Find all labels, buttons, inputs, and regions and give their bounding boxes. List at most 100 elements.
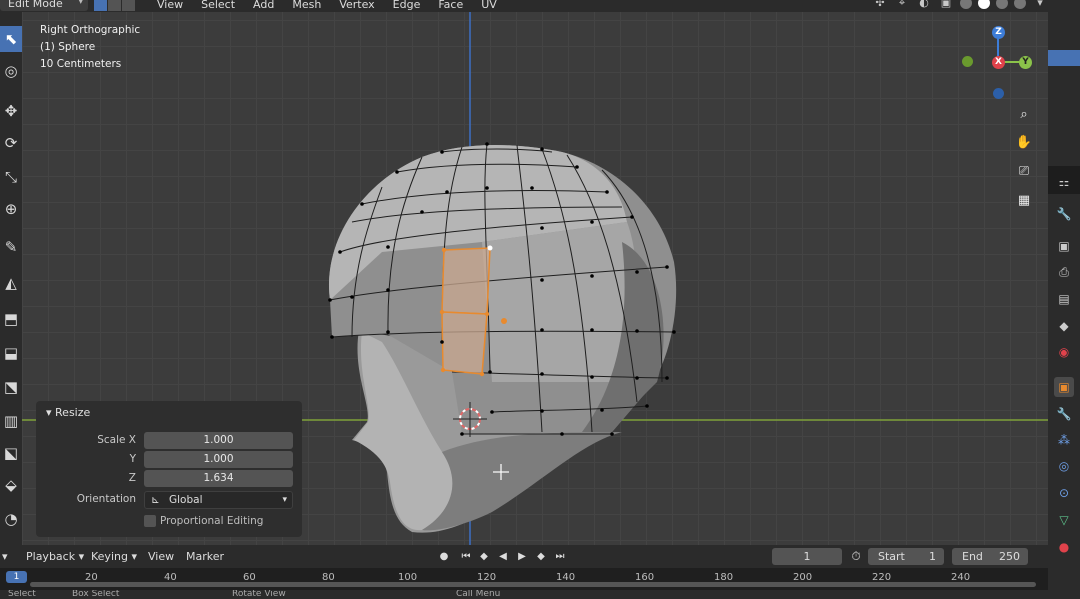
- status-call-menu: Call Menu: [456, 590, 501, 599]
- modifier-properties-icon[interactable]: 🔧: [1054, 404, 1074, 424]
- gizmo-z-axis[interactable]: Z: [992, 26, 1005, 39]
- extrude-tool-icon[interactable]: ⬒: [0, 306, 22, 332]
- editor-type-chevron-icon[interactable]: ▾: [2, 550, 8, 563]
- object-data-icon[interactable]: ▽: [1054, 510, 1074, 530]
- gizmo-x-axis[interactable]: X: [992, 56, 1005, 69]
- xray-icon[interactable]: ▣: [938, 0, 954, 10]
- status-select: Select: [8, 590, 36, 599]
- viewport-header: Edit Mode ▾ View Select Add Mesh Vertex …: [0, 0, 1048, 12]
- vertex-select-button[interactable]: [94, 0, 108, 11]
- material-properties-icon[interactable]: ●: [1054, 537, 1074, 557]
- edge-select-button[interactable]: [108, 0, 122, 11]
- next-keyframe-icon[interactable]: ◆: [533, 548, 549, 565]
- view-name: Right Orthographic: [40, 24, 141, 36]
- scale-y-field[interactable]: 1.000: [144, 451, 293, 468]
- scale-z-field[interactable]: 1.634: [144, 470, 293, 487]
- scene-properties-icon[interactable]: ◆: [1054, 316, 1074, 336]
- menu-select[interactable]: Select: [192, 0, 244, 11]
- end-frame-field[interactable]: End 250: [952, 548, 1028, 565]
- particles-icon[interactable]: ⁂: [1054, 430, 1074, 450]
- menu-playback[interactable]: Playback ▾: [26, 550, 84, 563]
- rendered-shading-button[interactable]: [1014, 0, 1026, 9]
- menu-timeline-view[interactable]: View: [148, 550, 174, 563]
- start-frame-field[interactable]: Start 1: [868, 548, 944, 565]
- timeline-scrollbar[interactable]: [30, 582, 1036, 587]
- prev-keyframe-icon[interactable]: ◆: [476, 548, 492, 565]
- loop-cut-tool-icon[interactable]: ▥: [0, 408, 22, 434]
- menu-face[interactable]: Face: [429, 0, 472, 11]
- menu-uv[interactable]: UV: [472, 0, 506, 11]
- zoom-icon[interactable]: ⌕: [1013, 104, 1035, 126]
- jump-end-icon[interactable]: ⏭: [552, 548, 568, 565]
- transform-pivot-icon[interactable]: ✣: [872, 0, 888, 10]
- menu-keying[interactable]: Keying ▾: [91, 550, 137, 563]
- overlay-icon[interactable]: ◐: [916, 0, 932, 10]
- tool-properties-icon[interactable]: 🔧: [1054, 204, 1074, 224]
- menu-view[interactable]: View: [148, 0, 192, 11]
- record-button-icon[interactable]: ●: [436, 548, 452, 565]
- mode-label: Edit Mode: [8, 0, 63, 10]
- jump-start-icon[interactable]: ⏮: [458, 548, 474, 565]
- scale-y-label: Y: [129, 453, 136, 465]
- gizmo-y-axis[interactable]: Y: [1019, 56, 1032, 69]
- world-properties-icon[interactable]: ◉: [1054, 342, 1074, 362]
- solid-shading-button[interactable]: [978, 0, 990, 9]
- scale-x-field[interactable]: 1.000: [144, 432, 293, 449]
- editor-type-icon[interactable]: ⚏: [1054, 172, 1074, 192]
- cursor-tool-icon[interactable]: ◎: [0, 58, 22, 84]
- snap-icon[interactable]: ⌖: [894, 0, 910, 10]
- active-vertex[interactable]: [487, 245, 493, 251]
- proportional-editing-checkbox[interactable]: Proportional Editing: [144, 515, 263, 527]
- transform-tool-icon[interactable]: ⊕: [0, 196, 22, 222]
- view-layer-icon[interactable]: ▤: [1054, 289, 1074, 309]
- annotate-tool-icon[interactable]: ✎: [0, 234, 22, 260]
- object-properties-icon[interactable]: ▣: [1054, 377, 1074, 397]
- gizmo-neg-z-axis[interactable]: [993, 88, 1004, 99]
- resize-panel-header[interactable]: ▾ Resize: [46, 406, 90, 419]
- gizmo-neg-y-axis[interactable]: [962, 56, 973, 67]
- ortho-grid-icon[interactable]: ▦: [1013, 190, 1035, 212]
- select-box-tool[interactable]: ⬉: [0, 26, 22, 52]
- tool-shelf: ⬉ ◎ ✥ ⟳ ⤡ ⊕ ✎ ◭ ⬒ ⬓ ⬔ ▥ ⬕ ⬙ ◔: [0, 12, 22, 545]
- scale-tool-icon[interactable]: ⤡: [0, 164, 22, 190]
- constraints-icon[interactable]: ⊙: [1054, 483, 1074, 503]
- playhead-marker[interactable]: 1: [6, 571, 27, 583]
- orientation-label: Orientation: [76, 493, 136, 505]
- selection-median-point: [501, 318, 507, 324]
- menu-edge[interactable]: Edge: [384, 0, 430, 11]
- physics-icon[interactable]: ◎: [1054, 456, 1074, 476]
- menu-mesh[interactable]: Mesh: [283, 0, 330, 11]
- grid-scale: 10 Centimeters: [40, 58, 122, 70]
- stopwatch-icon[interactable]: ⏱: [848, 548, 864, 565]
- menu-vertex[interactable]: Vertex: [330, 0, 383, 11]
- mode-selector[interactable]: Edit Mode ▾: [0, 0, 88, 11]
- selected-face-lower[interactable]: [441, 311, 488, 375]
- pan-hand-icon[interactable]: ✋: [1013, 132, 1035, 154]
- menu-add[interactable]: Add: [244, 0, 283, 11]
- output-properties-icon[interactable]: ⎙: [1054, 262, 1074, 282]
- bevel-tool-icon[interactable]: ⬔: [0, 374, 22, 400]
- checkbox-box[interactable]: [144, 515, 156, 527]
- poly-build-tool-icon[interactable]: ⬙: [0, 472, 22, 498]
- timeline-ruler[interactable]: 1 20 40 60 80 100 120 140 160 180 200 22…: [0, 568, 1048, 590]
- outliner-selected-row[interactable]: [1048, 50, 1080, 66]
- render-properties-icon[interactable]: ▣: [1054, 236, 1074, 256]
- start-label: Start: [878, 550, 905, 563]
- measure-tool-icon[interactable]: ◭: [0, 270, 22, 296]
- move-tool-icon[interactable]: ✥: [0, 98, 22, 124]
- play-icon[interactable]: ▶: [514, 548, 530, 565]
- material-shading-button[interactable]: [996, 0, 1008, 9]
- face-select-button[interactable]: [122, 0, 136, 11]
- orientation-dropdown[interactable]: ⊾ Global ▾: [144, 491, 293, 509]
- selected-face-upper[interactable]: [441, 247, 491, 315]
- menu-marker[interactable]: Marker: [186, 550, 224, 563]
- play-reverse-icon[interactable]: ◀: [495, 548, 511, 565]
- rotate-tool-icon[interactable]: ⟳: [0, 130, 22, 156]
- camera-view-icon[interactable]: ⎚: [1013, 161, 1035, 183]
- knife-tool-icon[interactable]: ⬕: [0, 440, 22, 466]
- chevron-down-icon[interactable]: ▾: [1032, 0, 1048, 10]
- inset-tool-icon[interactable]: ⬓: [0, 340, 22, 366]
- spin-tool-icon[interactable]: ◔: [0, 506, 22, 532]
- current-frame-field[interactable]: 1: [772, 548, 842, 565]
- wireframe-shading-button[interactable]: [960, 0, 972, 9]
